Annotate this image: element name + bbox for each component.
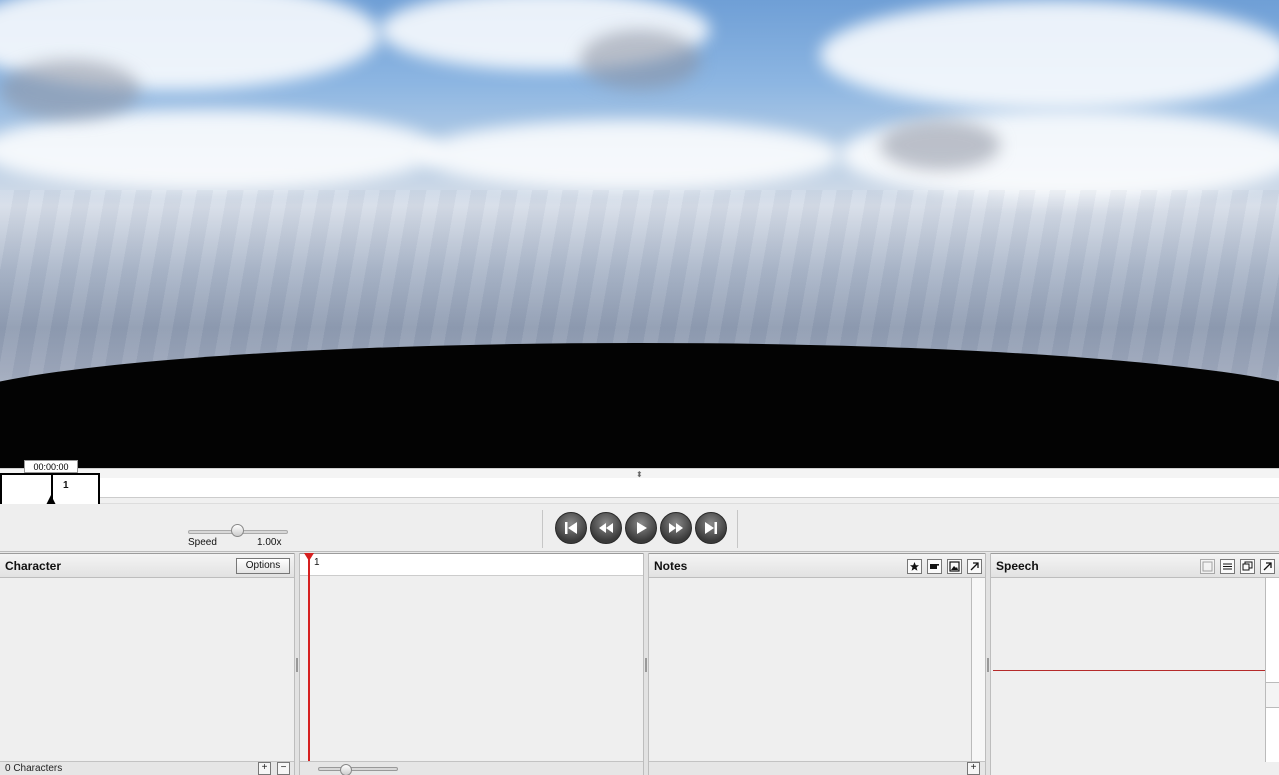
remove-character-button[interactable]: − bbox=[277, 762, 290, 775]
scene-viewport[interactable] bbox=[0, 0, 1279, 468]
viewport-splitter[interactable]: ⬍ bbox=[0, 468, 1279, 479]
transport-controls bbox=[542, 510, 738, 548]
speech-scrollbar-thumb[interactable] bbox=[1266, 682, 1279, 708]
playhead-marker-icon[interactable] bbox=[304, 553, 314, 561]
character-panel-header: Character Options bbox=[0, 554, 294, 578]
track-frame-number: 1 bbox=[314, 557, 320, 568]
notes-panel-header: Notes bbox=[649, 554, 985, 578]
cloud bbox=[580, 30, 700, 90]
ground-silhouette bbox=[0, 343, 1279, 468]
speed-label: Speed bbox=[188, 537, 217, 548]
skip-back-icon bbox=[565, 522, 577, 534]
track-panel: 1 bbox=[300, 553, 643, 775]
play-button[interactable] bbox=[625, 512, 657, 544]
cloud bbox=[880, 120, 1000, 170]
speech-waveform-baseline bbox=[993, 670, 1265, 671]
zoom-slider[interactable] bbox=[318, 767, 398, 771]
lines-layout-icon[interactable] bbox=[1220, 559, 1235, 574]
blank-layout-icon[interactable] bbox=[1200, 559, 1215, 574]
notes-panel-footer: + bbox=[649, 761, 985, 775]
speed-slider-knob[interactable] bbox=[231, 524, 244, 537]
cloud bbox=[0, 110, 440, 190]
star-icon[interactable] bbox=[907, 559, 922, 574]
track-panel-footer bbox=[300, 761, 643, 775]
popout-icon[interactable] bbox=[1260, 559, 1275, 574]
splitter-grip-icon bbox=[645, 658, 647, 672]
skip-forward-icon bbox=[705, 522, 717, 534]
notes-panel: Notes + bbox=[649, 553, 985, 775]
notes-scrollbar[interactable] bbox=[971, 578, 985, 762]
rewind-button[interactable] bbox=[590, 512, 622, 544]
character-panel-footer: 0 Characters + − bbox=[0, 761, 294, 775]
add-note-button[interactable]: + bbox=[967, 762, 980, 775]
transport-bar: Speed 1.00x bbox=[0, 504, 1279, 552]
speech-panel-title: Speech bbox=[996, 559, 1039, 573]
app-window: ⬍ 1 00:00:00 Speed 1.00x Character Optio… bbox=[0, 0, 1279, 775]
character-panel: Character Options 0 Characters + − bbox=[0, 553, 294, 775]
previous-scene-button[interactable] bbox=[555, 512, 587, 544]
popout-icon[interactable] bbox=[967, 559, 982, 574]
speech-scrollbar[interactable] bbox=[1265, 578, 1279, 762]
speech-panel: Speech bbox=[991, 553, 1279, 775]
playhead-line[interactable] bbox=[308, 554, 310, 762]
track-ruler[interactable]: 1 bbox=[300, 554, 643, 576]
fast-forward-button[interactable] bbox=[660, 512, 692, 544]
splitter-grip-icon bbox=[296, 658, 298, 672]
splitter-grip-icon bbox=[987, 658, 989, 672]
notes-panel-title: Notes bbox=[654, 559, 688, 573]
character-panel-title: Character bbox=[5, 559, 62, 573]
speech-panel-header: Speech bbox=[991, 554, 1279, 578]
next-scene-button[interactable] bbox=[695, 512, 727, 544]
play-icon bbox=[637, 522, 647, 534]
speed-value: 1.00x bbox=[257, 537, 282, 548]
timecode-display: 00:00:00 bbox=[24, 460, 78, 473]
frame-number: 1 bbox=[63, 480, 69, 491]
fast-forward-icon bbox=[669, 523, 683, 533]
character-count: 0 Characters bbox=[5, 763, 63, 774]
add-character-button[interactable]: + bbox=[258, 762, 271, 775]
options-button[interactable]: Options bbox=[236, 558, 290, 574]
zoom-slider-knob[interactable] bbox=[340, 764, 352, 775]
image-icon[interactable] bbox=[947, 559, 962, 574]
rewind-icon bbox=[599, 523, 613, 533]
cloud bbox=[820, 0, 1279, 110]
timeline-ruler[interactable] bbox=[0, 478, 1279, 498]
cloud bbox=[420, 120, 840, 190]
hand-icon[interactable] bbox=[927, 559, 942, 574]
cloud bbox=[0, 60, 140, 120]
window-icon[interactable] bbox=[1240, 559, 1255, 574]
